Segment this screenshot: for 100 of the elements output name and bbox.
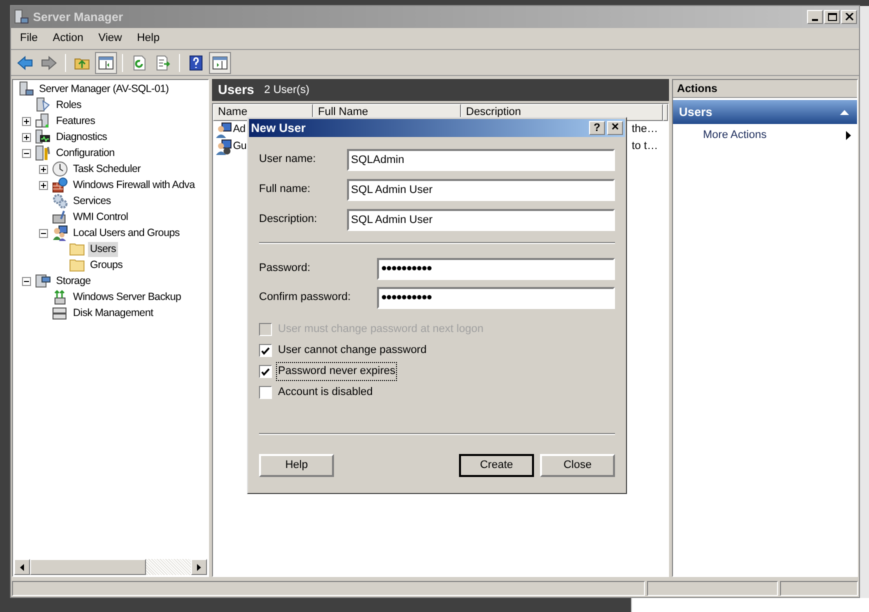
gears-icon (52, 193, 68, 209)
description-cell-text: the… (632, 122, 659, 138)
refresh-icon (131, 54, 147, 70)
guest-user-icon (216, 138, 232, 154)
field-label: Confirm password: (259, 290, 352, 306)
tree-item[interactable]: Roles (54, 98, 84, 112)
disk-icon (52, 305, 68, 321)
tree-item[interactable]: Configuration (54, 146, 117, 160)
password-field[interactable]: ●●●●●●●●●● (377, 286, 615, 308)
roles-icon (35, 97, 51, 113)
dialog-button[interactable]: Create (459, 454, 534, 477)
checkmark-icon (261, 346, 270, 354)
tree-item[interactable]: Windows Firewall with Adva (71, 178, 197, 192)
password-field[interactable]: ●●●●●●●●●● (377, 258, 615, 280)
forward-arrow-icon (41, 54, 57, 70)
field-label: Full name: (259, 182, 312, 198)
collapse-toggle[interactable] (22, 276, 31, 286)
tree-item[interactable]: Storage (54, 274, 93, 288)
storage-icon (35, 273, 51, 289)
action-link[interactable]: More Actions (703, 126, 767, 144)
field-label: Description: (259, 212, 318, 228)
tree-item[interactable]: Features (54, 114, 98, 128)
tree-item[interactable]: Users (88, 242, 118, 256)
minimize-button[interactable] (807, 10, 823, 24)
scroll-right-button[interactable] (191, 559, 207, 575)
back-arrow-icon (17, 54, 33, 70)
checkbox[interactable] (259, 386, 272, 399)
tree-item[interactable]: WMI Control (71, 210, 130, 224)
user-count: 2 User(s) (264, 82, 310, 98)
tree-item[interactable]: Server Manager (AV-SQL-01) (37, 82, 171, 96)
firewall-icon (52, 177, 68, 193)
field-label: User name: (259, 152, 317, 168)
text-field[interactable]: SQL Admin User (347, 208, 615, 230)
clock-icon (52, 161, 68, 177)
collapse-icon (840, 110, 849, 114)
checkbox-label[interactable]: User cannot change password (277, 342, 428, 359)
maximize-button[interactable] (824, 10, 840, 24)
content-title: Users (218, 81, 254, 100)
export-list-icon (155, 54, 171, 70)
user-name-cell-text: Ad (233, 122, 246, 137)
dialog-button[interactable]: Help (259, 454, 334, 477)
tree-item[interactable]: Local Users and Groups (71, 226, 182, 240)
maximize-icon (828, 13, 836, 21)
diagnostics-icon (35, 129, 51, 145)
folder-icon (69, 257, 85, 273)
users-icon (52, 225, 68, 241)
user-name-cell-text: Gu (233, 138, 246, 154)
menu-item[interactable]: Help (132, 30, 165, 47)
checkmark-icon (261, 368, 270, 376)
server-icon (18, 81, 34, 97)
user-icon (216, 122, 232, 138)
expand-toggle[interactable] (39, 180, 48, 190)
section-title: Users (679, 104, 712, 121)
window-title: Server Manager (33, 9, 124, 26)
toolbar-button[interactable] (209, 52, 231, 74)
close-icon (844, 13, 854, 21)
collapse-toggle[interactable] (22, 148, 31, 158)
checkbox[interactable] (259, 344, 272, 357)
tree-item[interactable]: Task Scheduler (71, 162, 143, 176)
scroll-thumb[interactable] (30, 559, 146, 575)
tree-item[interactable]: Disk Management (71, 306, 156, 320)
submenu-arrow-icon (846, 130, 851, 140)
dialog-title: New User (251, 120, 306, 137)
checkbox[interactable] (259, 365, 272, 378)
text-field[interactable]: SQLAdmin (347, 148, 615, 170)
checkbox-label[interactable]: Account is disabled (277, 384, 374, 401)
tree-item[interactable]: Diagnostics (54, 130, 109, 144)
menu-item[interactable]: Action (48, 30, 88, 47)
actions-section-header[interactable]: Users (673, 100, 857, 124)
menu-item[interactable]: File (15, 30, 43, 47)
checkbox-label[interactable]: Password never expires (277, 363, 396, 380)
description-cell-text: to t… (632, 139, 659, 154)
field-label: Password: (259, 261, 312, 276)
help-button[interactable]: ? (589, 121, 605, 135)
server-icon (13, 9, 29, 25)
right-arrow-icon (197, 564, 201, 570)
folder-icon (69, 241, 85, 257)
collapse-toggle[interactable] (39, 228, 48, 238)
backup-icon (52, 289, 68, 305)
help-icon (188, 54, 204, 70)
expand-toggle[interactable] (22, 132, 31, 142)
scroll-left-button[interactable] (14, 559, 30, 575)
menu-item[interactable]: View (93, 30, 127, 47)
tree-item[interactable]: Groups (88, 258, 125, 272)
tree-item[interactable]: Windows Server Backup (71, 290, 184, 304)
close-button[interactable] (841, 10, 857, 24)
configuration-icon (35, 145, 51, 161)
tree-item[interactable]: Services (71, 194, 113, 208)
dialog-button[interactable]: Close (540, 454, 615, 477)
text-field[interactable]: SQL Admin User (347, 178, 615, 200)
wmi-icon (52, 209, 68, 225)
horizontal-scrollbar[interactable] (14, 559, 207, 575)
expand-toggle[interactable] (39, 164, 48, 174)
left-arrow-icon (20, 564, 24, 570)
actions-title: Actions (673, 80, 857, 98)
expand-toggle[interactable] (22, 116, 31, 126)
features-icon (35, 113, 51, 129)
toolbar-button[interactable] (95, 52, 117, 74)
action-pane-icon (212, 54, 228, 70)
close-button[interactable]: ✕ (607, 121, 623, 135)
